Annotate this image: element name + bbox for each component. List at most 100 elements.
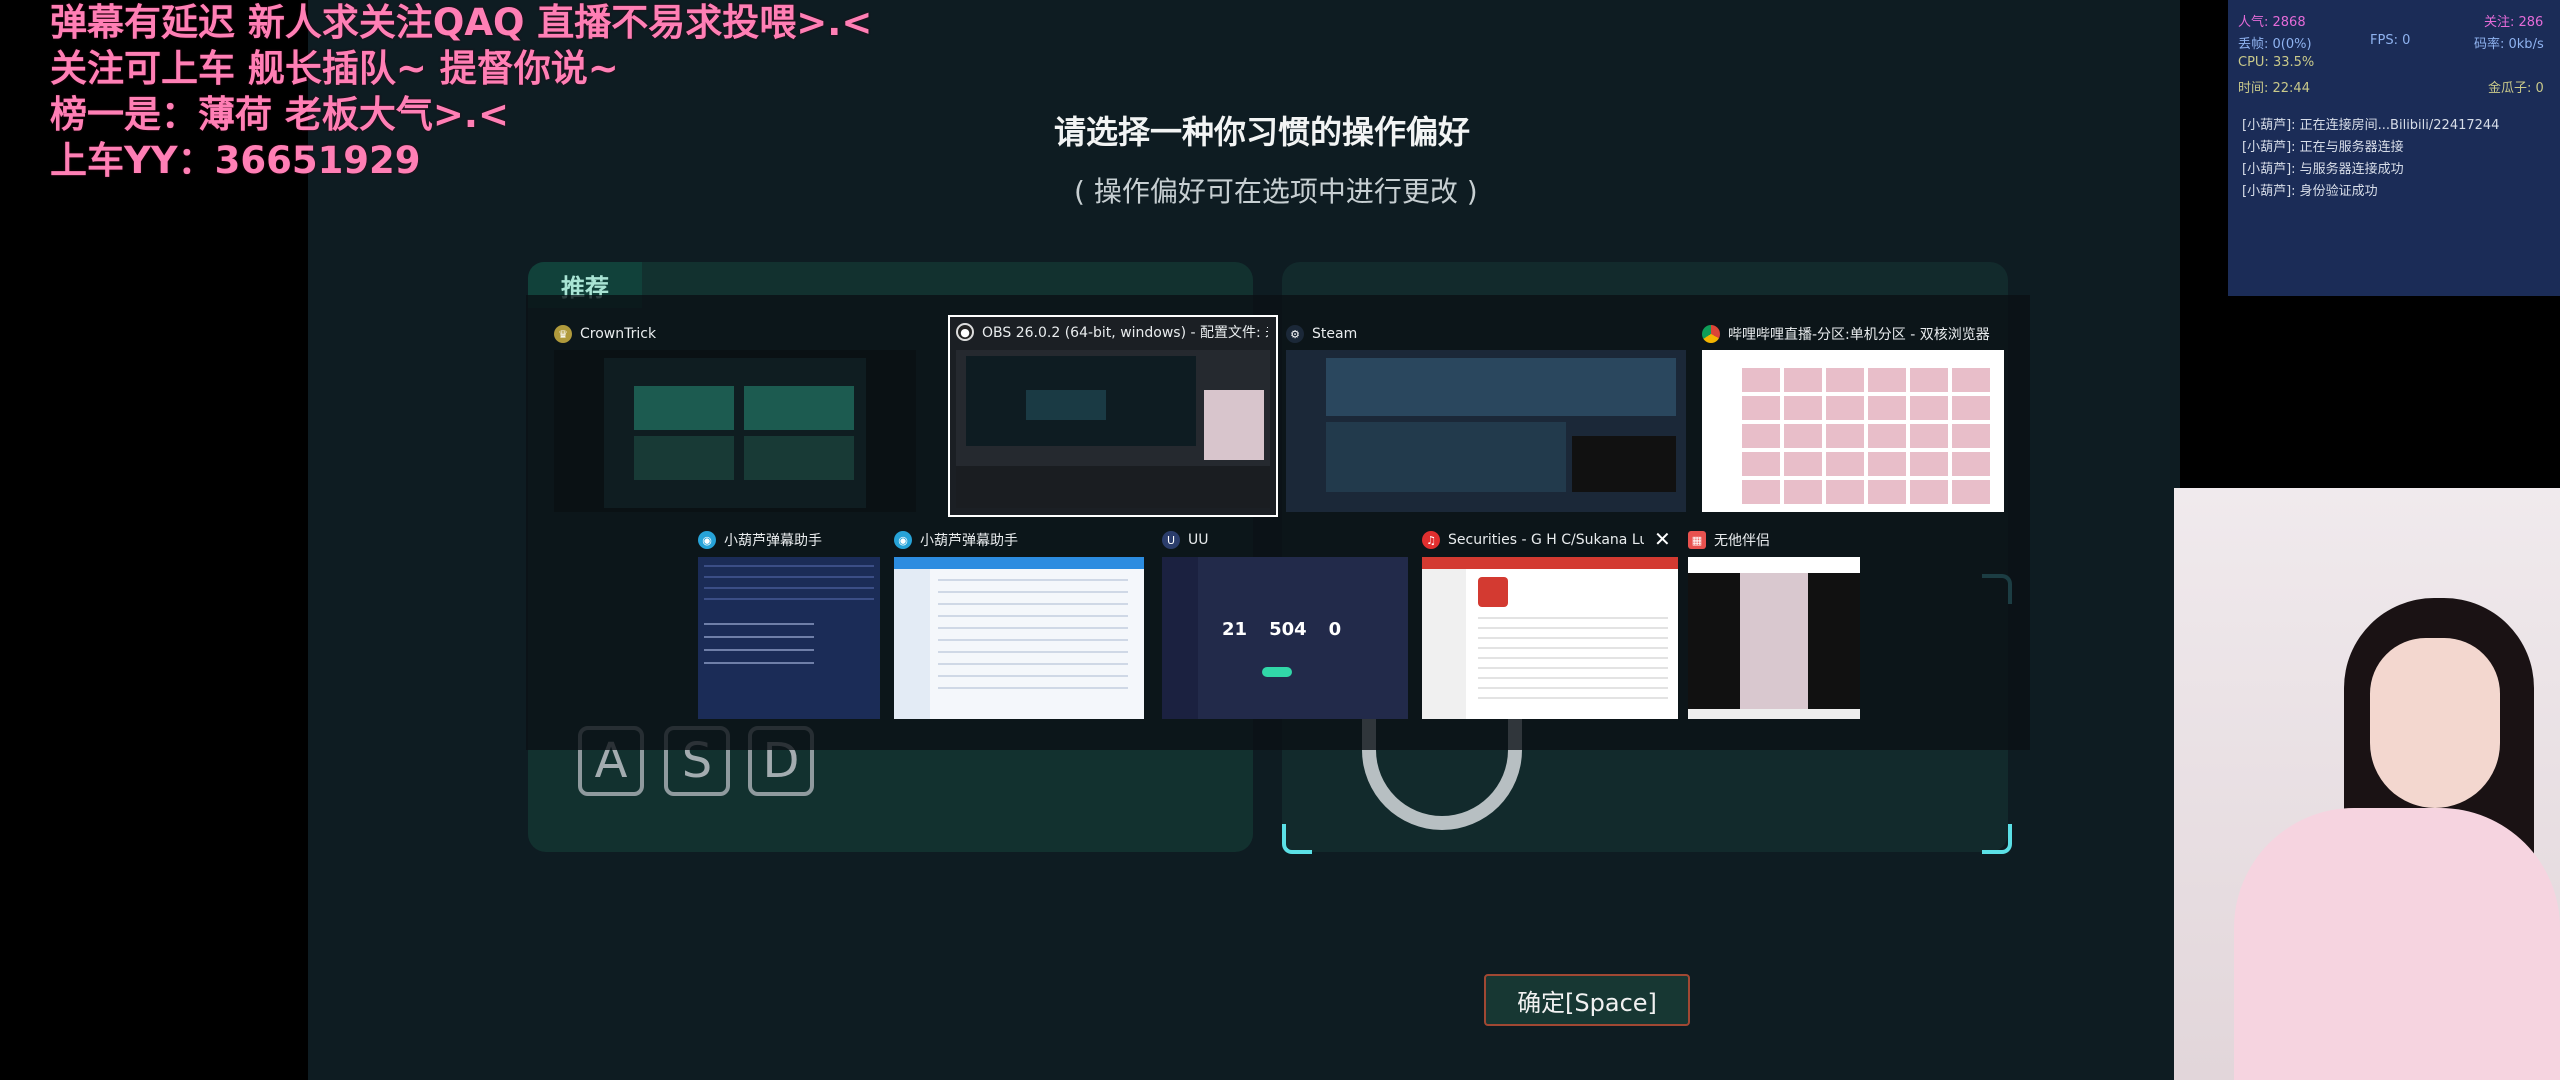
tile-title: UU: [1188, 532, 1209, 548]
thumb-titlebar: [1422, 557, 1678, 569]
window-tile-browser[interactable]: 哔哩哔哩直播-分区:单机分区 - 双核浏览器: [1702, 323, 2004, 519]
log-line: [小葫芦]: 与服务器连接成功: [2242, 162, 2404, 177]
selection-corner: [1982, 824, 2012, 854]
window-thumbnail: [1702, 350, 2004, 512]
cpu-stat: CPU: 33.5%: [2238, 55, 2315, 70]
dialog-subtitle: ( 操作偏好可在选项中进行更改 ): [1074, 175, 1478, 208]
thumb-text: [704, 621, 814, 675]
tile-header: ◉ 小葫芦弹幕助手: [894, 529, 1018, 551]
thumb-sidebar: [1162, 557, 1198, 719]
thumb-titlebar: [894, 557, 1144, 569]
thumb-sidebar: [894, 569, 930, 719]
tile-title: 无他伴侣: [1714, 533, 1770, 549]
window-thumbnail: [698, 557, 880, 719]
window-tile-obs[interactable]: ● OBS 26.0.2 (64-bit, windows) - 配置文件: 未…: [948, 315, 1278, 517]
tile-title: Steam: [1312, 326, 1358, 342]
thumb-panel: [744, 386, 854, 430]
window-thumbnail: [894, 557, 1144, 719]
dialog-title: 请选择一种你习惯的操作偏好: [1054, 113, 1471, 151]
thumb-bottombar: [1688, 709, 1860, 719]
tile-header: ♫ Securities - G H C/Sukana Luyee: [1422, 529, 1644, 551]
log-line: [小葫芦]: 身份验证成功: [2242, 184, 2378, 199]
thumb-cam: [1204, 390, 1264, 460]
selection-corner: [1282, 824, 1312, 854]
tile-title: 小葫芦弹幕助手: [724, 533, 822, 549]
thumb-panel: [744, 436, 854, 480]
thumb-mixer: [956, 466, 1270, 508]
dropped-frames-stat: 丢帧: 0(0%): [2238, 37, 2312, 52]
window-tile-steam[interactable]: ⚙ Steam: [1286, 323, 1686, 519]
log-line: [小葫芦]: 正在连接房间...Bilibili/22417244: [2242, 118, 2500, 133]
uu-stat-value: 0: [1328, 619, 1342, 640]
window-tile-uu[interactable]: U UU 21 504 0: [1162, 529, 1408, 721]
gourd-icon: ◉: [894, 531, 912, 549]
tile-title: 小葫芦弹幕助手: [920, 533, 1018, 549]
window-tile-gourd-2[interactable]: ◉ 小葫芦弹幕助手: [894, 529, 1144, 721]
crown-icon: ♛: [554, 325, 572, 343]
tile-header: ◉ 小葫芦弹幕助手: [698, 529, 822, 551]
window-thumbnail: 21 504 0: [1162, 557, 1408, 719]
uu-stat-value: 21: [1222, 619, 1248, 640]
tile-header: U UU: [1162, 529, 1209, 551]
thumb-text: [1478, 617, 1668, 707]
tile-title: OBS 26.0.2 (64-bit, windows) - 配置文件: 未..…: [982, 325, 1268, 341]
overlay-line: 上车YY：36651929: [50, 139, 421, 182]
steam-icon: ⚙: [1286, 325, 1304, 343]
thumb-calendar: [1478, 577, 1508, 607]
gourd-icon: ◉: [698, 531, 716, 549]
thumb-stats: 21 504 0: [1222, 619, 1341, 640]
stream-overlay-text: 弹幕有延迟 新人求关注QAQ 直播不易求投喂>.< 关注可上车 舰长插队~ 提督…: [50, 0, 872, 184]
tile-header: ♛ CrownTrick: [554, 323, 656, 345]
time-stat: 时间: 22:44: [2238, 81, 2310, 96]
tile-header: ▦ 无他伴侣: [1688, 529, 1770, 551]
window-thumbnail: [1286, 350, 1686, 512]
window-thumbnail: [1422, 557, 1678, 719]
thumb-panel: [634, 436, 734, 480]
bitrate-stat: 码率: 0kb/s: [2474, 37, 2544, 52]
tile-header: 哔哩哔哩直播-分区:单机分区 - 双核浏览器: [1702, 323, 2002, 345]
window-switcher: ♛ CrownTrick ● OBS 26.0.2 (64-bit, windo…: [526, 295, 2030, 750]
follow-stat: 关注: 286: [2484, 15, 2544, 30]
overlay-line: 关注可上车 舰长插队~ 提督你说~: [50, 47, 619, 90]
webcam-feed: [2174, 488, 2560, 1080]
window-thumbnail: [1688, 557, 1860, 719]
window-tile-gourd-1[interactable]: ◉ 小葫芦弹幕助手: [698, 529, 880, 721]
overlay-line: 榜一是：薄荷 老板大气>.<: [50, 93, 509, 136]
thumb-sidebar: [1422, 569, 1466, 719]
webcam-sweater: [2234, 808, 2560, 1080]
log-line: [小葫芦]: 正在与服务器连接: [2242, 140, 2404, 155]
window-thumbnail: [956, 350, 1270, 508]
thumb-button: [1262, 667, 1292, 677]
wuta-icon: ▦: [1688, 531, 1706, 549]
melon-seed-stat: 金瓜子: 0: [2488, 81, 2544, 96]
obs-icon: ●: [956, 323, 974, 341]
thumb-text: [704, 565, 874, 609]
thumb-video: [1572, 436, 1676, 492]
window-thumbnail: [554, 350, 916, 512]
thumb-preview: [1026, 390, 1106, 420]
window-tile-music[interactable]: ♫ Securities - G H C/Sukana Luyee ✕: [1422, 527, 1678, 721]
confirm-button[interactable]: 确定[Space]: [1484, 974, 1690, 1026]
thumb-panel: [634, 386, 734, 430]
tile-title: Securities - G H C/Sukana Luyee: [1448, 532, 1644, 548]
thumb-grid-rows: [1742, 364, 1992, 504]
uu-stat-value: 504: [1269, 619, 1307, 640]
webcam-face: [2370, 638, 2500, 808]
uu-icon: U: [1162, 531, 1180, 549]
close-window-button[interactable]: ✕: [1654, 527, 1671, 551]
thumb-cam: [1740, 573, 1808, 709]
window-tile-crowntrick[interactable]: ♛ CrownTrick: [554, 323, 916, 519]
overlay-line: 弹幕有延迟 新人求关注QAQ 直播不易求投喂>.<: [50, 1, 873, 44]
fps-stat: FPS: 0: [2370, 33, 2411, 48]
stream-stats-panel: 人气: 2868 关注: 286 丢帧: 0(0%) FPS: 0 码率: 0k…: [2228, 0, 2560, 296]
popularity-stat: 人气: 2868: [2238, 15, 2306, 30]
tile-title: CrownTrick: [580, 326, 657, 342]
thumb-topbar: [1688, 557, 1860, 573]
window-tile-wuta[interactable]: ▦ 无他伴侣: [1688, 529, 1868, 721]
thumb-banner: [1326, 422, 1566, 492]
tile-header: ⚙ Steam: [1286, 323, 1357, 345]
chrome-icon: [1702, 325, 1720, 343]
thumb-dialog: [604, 358, 866, 508]
netease-music-icon: ♫: [1422, 531, 1440, 549]
tile-title: 哔哩哔哩直播-分区:单机分区 - 双核浏览器: [1728, 327, 1990, 343]
